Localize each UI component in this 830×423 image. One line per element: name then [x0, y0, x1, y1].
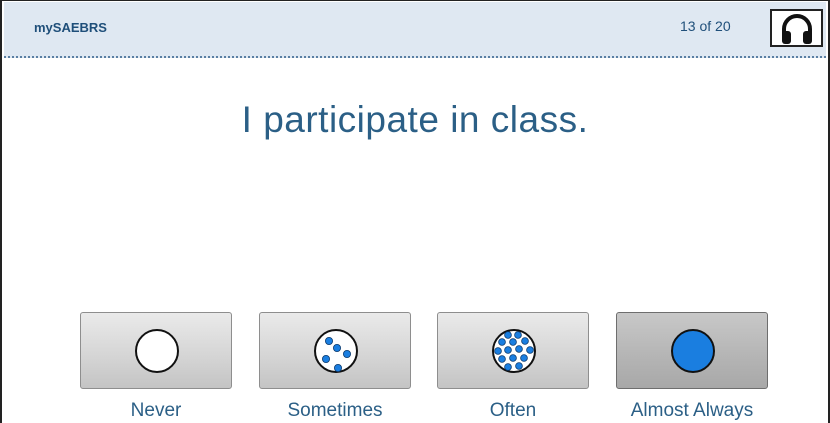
option-often-button[interactable]: [437, 312, 589, 389]
option-almost-always-button[interactable]: [616, 312, 768, 389]
few-dots-circle-icon: [314, 329, 358, 373]
question-text: I participate in class.: [241, 99, 589, 140]
question-progress: 13 of 20: [680, 18, 731, 34]
option-sometimes-label[interactable]: Sometimes: [259, 400, 411, 422]
filled-circle-icon: [671, 329, 715, 373]
option-almost-always-label[interactable]: Almost Always: [616, 400, 768, 422]
option-never-label[interactable]: Never: [80, 400, 232, 422]
headphones-icon: [782, 14, 812, 44]
app-title: mySAEBRS: [34, 20, 107, 35]
header-bar: mySAEBRS 13 of 20: [4, 2, 826, 58]
option-sometimes-button[interactable]: [259, 312, 411, 389]
option-often-label[interactable]: Often: [437, 400, 589, 422]
many-dots-circle-icon: [492, 329, 536, 373]
app-frame: mySAEBRS 13 of 20 I participate in class…: [0, 0, 830, 423]
audio-button[interactable]: [770, 9, 823, 47]
empty-circle-icon: [135, 329, 179, 373]
option-never-button[interactable]: [80, 312, 232, 389]
